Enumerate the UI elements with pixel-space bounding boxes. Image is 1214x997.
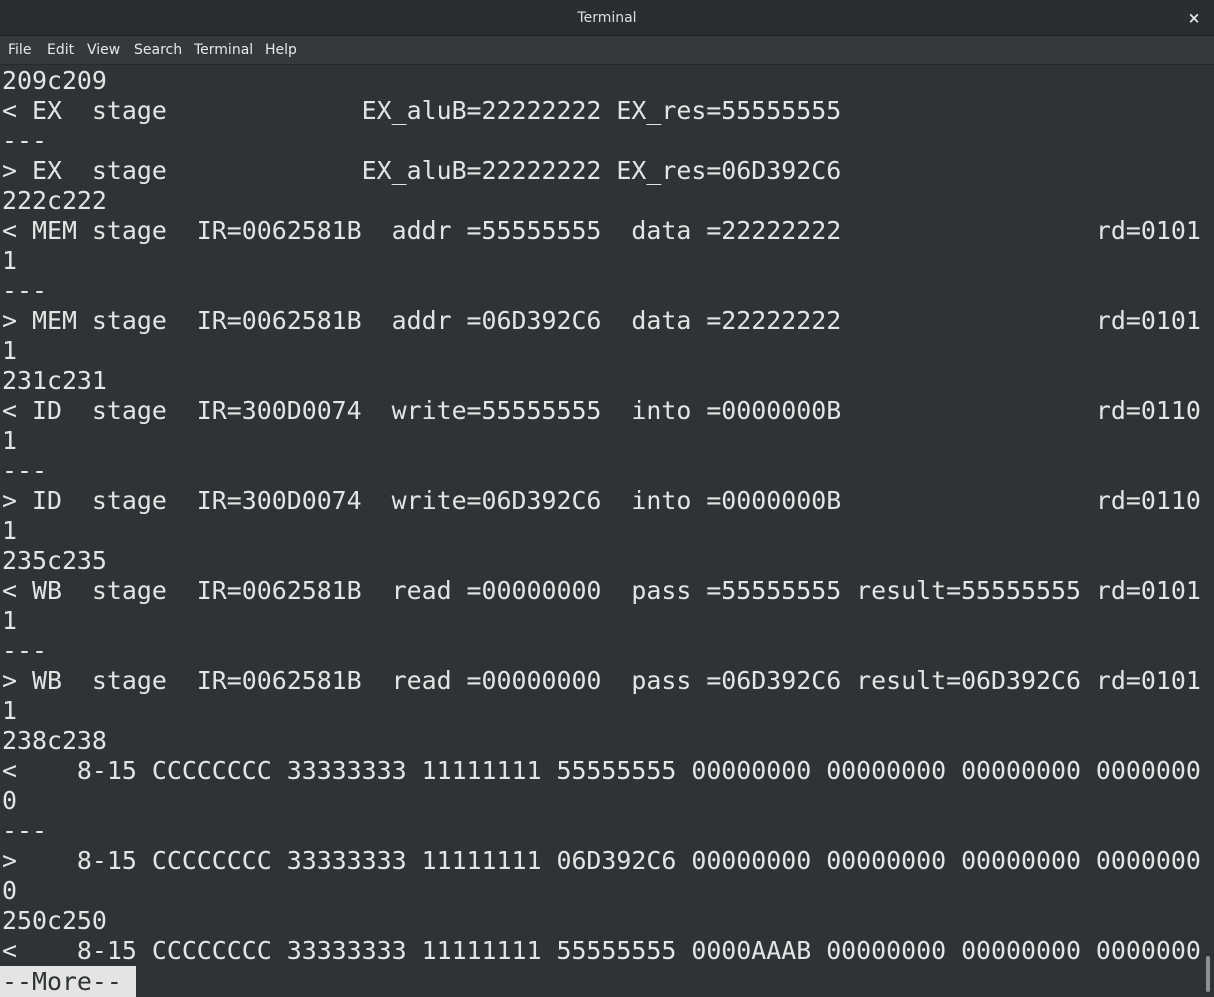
scrollbar[interactable]: [1202, 66, 1214, 997]
terminal-line: 231c231: [2, 366, 107, 395]
terminal-line: 0: [2, 786, 17, 815]
menu-terminal[interactable]: Terminal: [194, 36, 253, 65]
close-icon[interactable]: ×: [1184, 8, 1204, 28]
scrollbar-thumb[interactable]: [1206, 956, 1210, 992]
terminal-line: 1: [2, 336, 17, 365]
terminal-line: ---: [2, 126, 47, 155]
menu-view[interactable]: View: [87, 36, 120, 65]
menu-search[interactable]: Search: [134, 36, 182, 65]
pager-more-prompt: --More--: [0, 966, 136, 997]
menu-bar: File Edit View Search Terminal Help: [0, 36, 1214, 65]
terminal-line: < EX stage EX_aluB=22222222 EX_res=55555…: [2, 96, 842, 125]
menu-edit[interactable]: Edit: [47, 36, 74, 65]
menu-file[interactable]: File: [8, 36, 31, 65]
terminal-line: > 8-15 CCCCCCCC 33333333 11111111 06D392…: [2, 846, 1201, 875]
terminal-line: < 8-15 CCCCCCCC 33333333 11111111 555555…: [2, 756, 1201, 785]
terminal-line: > MEM stage IR=0062581B addr =06D392C6 d…: [2, 306, 1201, 335]
terminal-line: 0: [2, 876, 17, 905]
window-title: Terminal: [577, 10, 637, 26]
terminal-line: 238c238: [2, 726, 107, 755]
terminal-line: 250c250: [2, 906, 107, 935]
title-bar[interactable]: Terminal ×: [0, 0, 1214, 36]
terminal-line: > WB stage IR=0062581B read =00000000 pa…: [2, 666, 1201, 695]
terminal-line: 1: [2, 606, 17, 635]
terminal-line: < MEM stage IR=0062581B addr =55555555 d…: [2, 216, 1201, 245]
terminal-line: ---: [2, 456, 47, 485]
terminal-line: 1: [2, 696, 17, 725]
terminal-line: ---: [2, 276, 47, 305]
terminal-line: < 8-15 CCCCCCCC 33333333 11111111 555555…: [2, 936, 1201, 965]
terminal-window: Terminal × File Edit View Search Termina…: [0, 0, 1214, 997]
terminal-line: < ID stage IR=300D0074 write=55555555 in…: [2, 396, 1201, 425]
terminal-line: ---: [2, 636, 47, 665]
terminal-output[interactable]: 209c209 < EX stage EX_aluB=22222222 EX_r…: [0, 66, 1202, 997]
terminal-line: 1: [2, 246, 17, 275]
terminal-line: > EX stage EX_aluB=22222222 EX_res=06D39…: [2, 156, 842, 185]
terminal-line: 1: [2, 426, 17, 455]
terminal-line: > ID stage IR=300D0074 write=06D392C6 in…: [2, 486, 1201, 515]
terminal-line: ---: [2, 816, 47, 845]
terminal-line: 235c235: [2, 546, 107, 575]
terminal-line: 222c222: [2, 186, 107, 215]
terminal-line: < WB stage IR=0062581B read =00000000 pa…: [2, 576, 1201, 605]
terminal-line: 209c209: [2, 66, 107, 95]
menu-help[interactable]: Help: [265, 36, 297, 65]
terminal-line: 1: [2, 516, 17, 545]
